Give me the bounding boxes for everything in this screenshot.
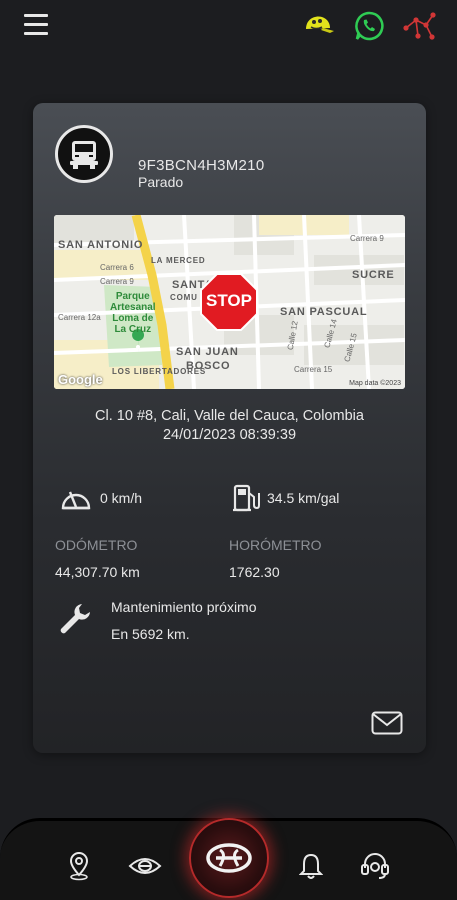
maintenance-value: En 5692 km.: [111, 626, 190, 642]
maintenance-title: Mantenimiento próximo: [111, 599, 257, 615]
map-label-san-antonio: SAN ANTONIO: [58, 239, 144, 251]
map-data-attribution: Map data ©2023: [349, 380, 401, 387]
map-label-san-pascual: SAN PASCUAL: [280, 306, 368, 318]
wrench-icon: [58, 601, 92, 642]
address-timestamp: 24/01/2023 08:39:39: [162, 427, 297, 443]
address-line: Cl. 10 #8, Cali, Valle del Cauca, Colomb…: [95, 408, 364, 424]
location-map[interactable]: SAN ANTONIO SUCRE SANTA COMU SAN PASCUAL…: [54, 215, 405, 389]
bell-icon[interactable]: [294, 849, 328, 883]
hamburger-menu-icon[interactable]: [24, 14, 48, 36]
vehicle-id: 9F3BCN4H3M210: [138, 157, 265, 174]
stop-sign-icon: STOP: [200, 273, 258, 331]
google-attribution: Google: [58, 372, 103, 387]
fuel-metric: 34.5 km/gal: [231, 483, 339, 513]
eye-icon[interactable]: [128, 849, 162, 883]
map-label-comu: COMU: [170, 293, 198, 302]
odometer-label: ODÓMETRO: [55, 537, 138, 553]
top-bar: [0, 0, 457, 52]
cap-icon[interactable]: [301, 8, 337, 44]
odometer-value: 44,307.70 km: [55, 564, 140, 580]
location-address: Cl. 10 #8, Cali, Valle del Cauca, Colomb…: [33, 407, 426, 445]
stop-sign-text: STOP: [206, 291, 252, 310]
map-label-libertadores: LOS LIBERTADORES: [112, 367, 206, 376]
vehicle-card: 9F3BCN4H3M210 Parado SAN ANTONIO SUCRE S…: [33, 103, 426, 753]
hourmeter-value: 1762.30: [229, 564, 280, 580]
truck-icon: [55, 125, 113, 183]
map-label-sucre: SUCRE: [352, 269, 395, 281]
fuel-value: 34.5 km/gal: [267, 490, 340, 506]
speed-metric: 0 km/h: [58, 483, 142, 513]
location-pin-icon[interactable]: [62, 849, 96, 883]
top-right-icons: [301, 8, 437, 44]
map-street: Carrera 15: [294, 365, 333, 374]
whatsapp-icon[interactable]: [351, 8, 387, 44]
map-street: Carrera 9: [100, 277, 134, 286]
map-label-la-merced: LA MERCED: [151, 256, 206, 265]
map-park-label: Parque Artesanal Loma de La Cruz: [110, 291, 156, 335]
hourmeter-label: HORÓMETRO: [229, 537, 322, 553]
map-label-san-juan: SAN JUAN: [176, 346, 239, 358]
map-street: Carrera 6: [100, 263, 134, 272]
speedometer-icon: [61, 491, 91, 510]
vehicle-status: Parado: [138, 174, 184, 190]
hino-logo-icon[interactable]: [189, 818, 269, 898]
headset-icon[interactable]: [358, 849, 392, 883]
speed-value: 0 km/h: [100, 490, 143, 506]
mail-icon[interactable]: [371, 711, 403, 740]
network-icon[interactable]: [401, 8, 437, 44]
map-street: Carrera 9: [350, 234, 384, 243]
map-street: Carrera 12a: [58, 313, 101, 322]
fuel-pump-icon: [233, 484, 260, 512]
